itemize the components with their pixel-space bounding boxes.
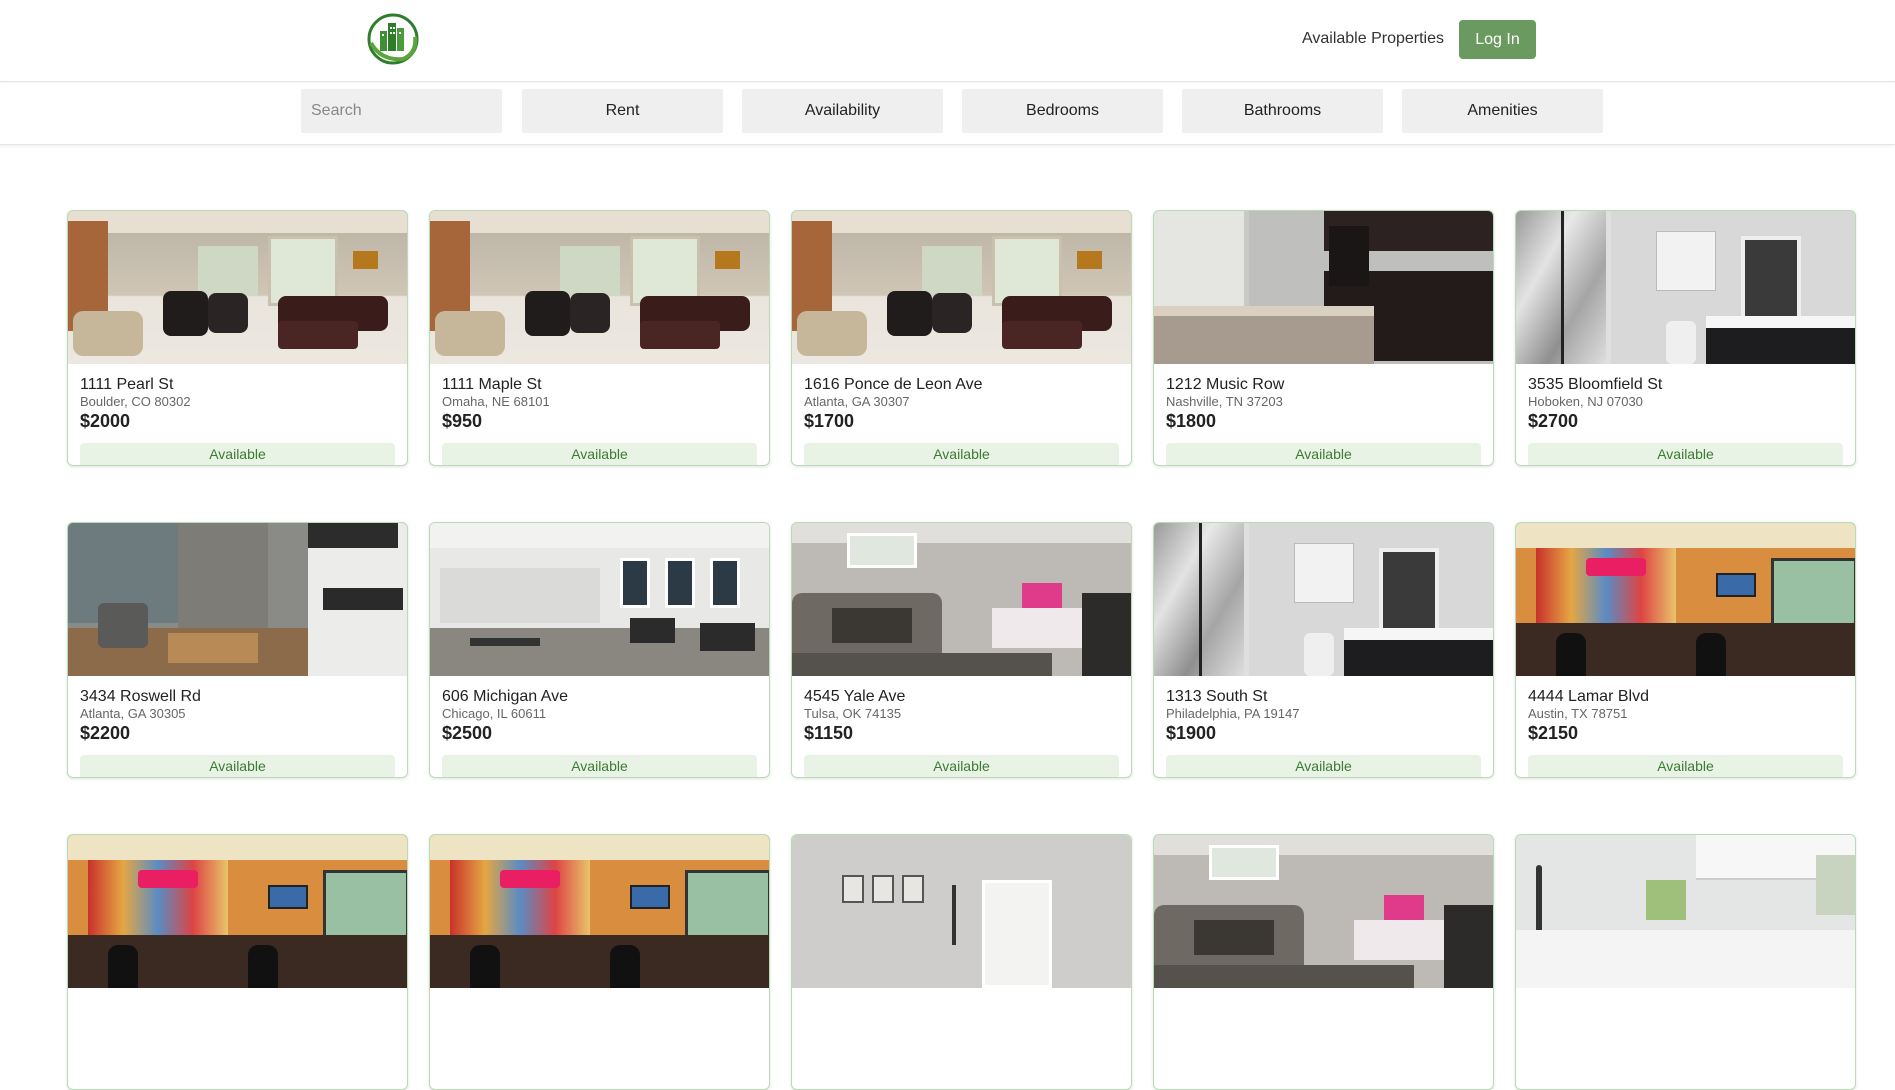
listing-price: $1900: [1166, 723, 1217, 743]
status-badge: Available: [80, 755, 395, 777]
listing-card[interactable]: 1212 Music Row Nashville, TN 37203 $1800…: [1153, 210, 1494, 466]
listing-address: 1111 Pearl St: [80, 376, 174, 393]
listing-city: Austin, TX 78751: [1528, 706, 1628, 721]
listing-photo[interactable]: [792, 523, 1131, 676]
listing-address: 1212 Music Row: [1166, 376, 1285, 393]
status-badge: Available: [80, 443, 395, 465]
login-button[interactable]: Log In: [1459, 20, 1536, 59]
top-header: Available Properties Log In: [0, 0, 1895, 82]
listing-city: Tulsa, OK 74135: [804, 706, 902, 721]
availability-filter-button[interactable]: Availability: [742, 89, 943, 133]
listing-card[interactable]: 1313 South St Philadelphia, PA 19147 $19…: [1153, 522, 1494, 778]
listing-photo[interactable]: [430, 523, 769, 676]
listing-city: Omaha, NE 68101: [442, 394, 550, 409]
listing-price: $2700: [1528, 411, 1579, 431]
listing-photo[interactable]: [1516, 211, 1855, 364]
listing-photo[interactable]: [1516, 835, 1855, 988]
listing-address: 4444 Lamar Blvd: [1528, 688, 1649, 705]
listing-card[interactable]: [1153, 834, 1494, 1090]
listing-address: 4545 Yale Ave: [804, 688, 906, 705]
listing-price: $1700: [804, 411, 855, 431]
status-badge: Available: [804, 443, 1119, 465]
listing-photo[interactable]: [430, 835, 769, 988]
listing-photo[interactable]: [792, 211, 1131, 364]
listing-photo[interactable]: [1516, 523, 1855, 676]
rent-filter-button[interactable]: Rent: [522, 89, 723, 133]
listing-city: Atlanta, GA 30307: [804, 394, 910, 409]
listing-card[interactable]: 606 Michigan Ave Chicago, IL 60611 $2500…: [429, 522, 770, 778]
listing-price: $950: [442, 411, 483, 431]
status-badge: Available: [804, 755, 1119, 777]
listing-city: Boulder, CO 80302: [80, 394, 191, 409]
listing-address: 3434 Roswell Rd: [80, 688, 201, 705]
status-badge: Available: [1528, 755, 1843, 777]
listing-photo[interactable]: [1154, 211, 1493, 364]
listing-photo[interactable]: [68, 523, 407, 676]
amenities-filter-button[interactable]: Amenities: [1402, 89, 1603, 133]
listing-city: Philadelphia, PA 19147: [1166, 706, 1300, 721]
listing-price: $1150: [804, 723, 854, 743]
listing-photo[interactable]: [430, 211, 769, 364]
listing-price: $2200: [80, 723, 131, 743]
status-badge: Available: [1166, 755, 1481, 777]
status-badge: Available: [1166, 443, 1481, 465]
listing-address: 606 Michigan Ave: [442, 688, 569, 705]
listing-card[interactable]: 4444 Lamar Blvd Austin, TX 78751 $2150 A…: [1515, 522, 1856, 778]
status-badge: Available: [442, 755, 757, 777]
available-properties-link[interactable]: Available Properties: [1302, 30, 1444, 48]
listing-photo[interactable]: [792, 835, 1131, 988]
listing-address: 1616 Ponce de Leon Ave: [804, 376, 983, 393]
listing-price: $2000: [80, 411, 131, 431]
listing-photo[interactable]: [68, 211, 407, 364]
listing-card[interactable]: [1515, 834, 1856, 1090]
listing-card[interactable]: 1111 Pearl St Boulder, CO 80302 $2000 Av…: [67, 210, 408, 466]
listing-price: $2500: [442, 723, 493, 743]
listing-card[interactable]: 4545 Yale Ave Tulsa, OK 74135 $1150 Avai…: [791, 522, 1132, 778]
listing-city: Hoboken, NJ 07030: [1528, 394, 1643, 409]
listing-address: 1111 Maple St: [442, 376, 542, 393]
listing-city: Nashville, TN 37203: [1166, 394, 1283, 409]
search-input[interactable]: [301, 89, 502, 133]
filter-bar: Rent Availability Bedrooms Bathrooms Ame…: [0, 83, 1895, 145]
listing-card[interactable]: [791, 834, 1132, 1090]
listing-address: 3535 Bloomfield St: [1528, 376, 1663, 393]
listing-city: Chicago, IL 60611: [442, 706, 547, 721]
bedrooms-filter-button[interactable]: Bedrooms: [962, 89, 1163, 133]
status-badge: Available: [442, 443, 757, 465]
listing-card[interactable]: 3535 Bloomfield St Hoboken, NJ 07030 $27…: [1515, 210, 1856, 466]
listing-photo[interactable]: [68, 835, 407, 988]
listing-card[interactable]: [67, 834, 408, 1090]
listing-card[interactable]: 1616 Ponce de Leon Ave Atlanta, GA 30307…: [791, 210, 1132, 466]
listing-photo[interactable]: [1154, 523, 1493, 676]
listing-card[interactable]: [429, 834, 770, 1090]
listing-card[interactable]: 1111 Maple St Omaha, NE 68101 $950 Avail…: [429, 210, 770, 466]
listing-city: Atlanta, GA 30305: [80, 706, 186, 721]
bathrooms-filter-button[interactable]: Bathrooms: [1182, 89, 1383, 133]
building-logo-icon[interactable]: [367, 13, 419, 65]
status-badge: Available: [1528, 443, 1843, 465]
listing-price: $1800: [1166, 411, 1217, 431]
listing-price: $2150: [1528, 723, 1579, 743]
listing-card[interactable]: 3434 Roswell Rd Atlanta, GA 30305 $2200 …: [67, 522, 408, 778]
listing-address: 1313 South St: [1166, 688, 1268, 705]
listing-photo[interactable]: [1154, 835, 1493, 988]
